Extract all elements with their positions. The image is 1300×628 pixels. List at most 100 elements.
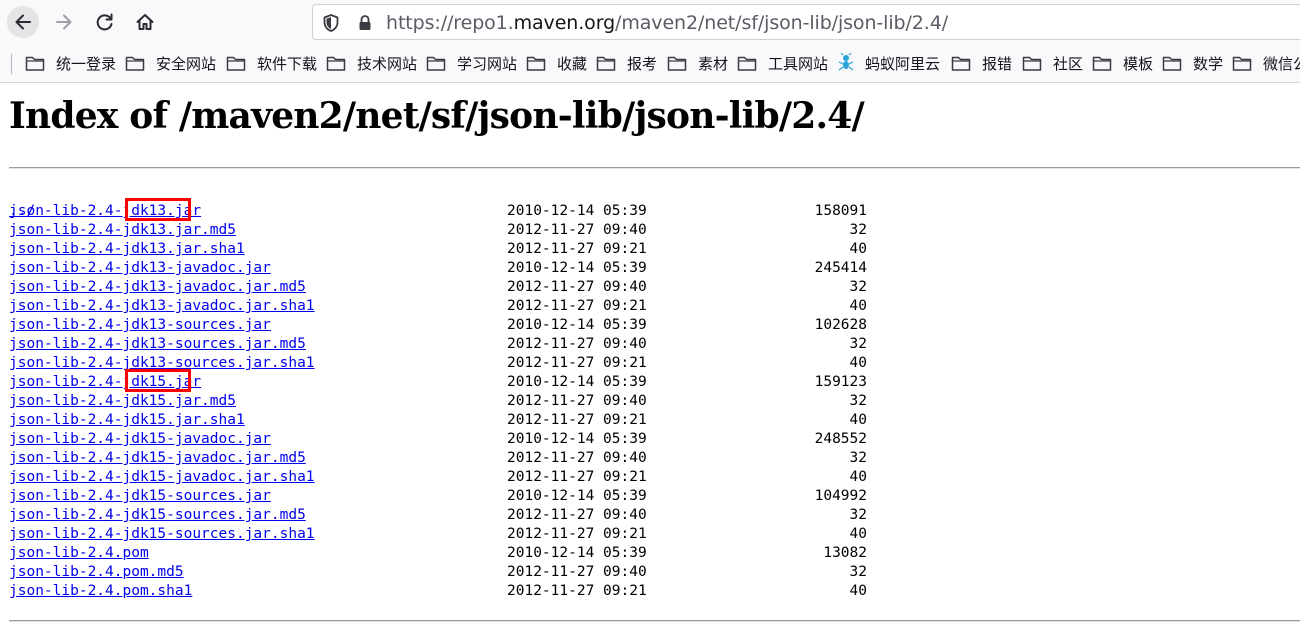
file-date: 2012-11-27 09:40: [507, 393, 647, 409]
file-link[interactable]: json-lib-2.4-jdk13.jar.sha1: [9, 240, 245, 259]
file-row: json-lib-2.4-jdk13-javadoc.jar.sha1 2012-…: [9, 297, 867, 316]
file-date: 2010-12-14 05:39: [507, 203, 647, 219]
file-link[interactable]: json-lib-2.4-jdk15.jar: [9, 373, 201, 392]
bookmark-item[interactable]: 微信公: [1232, 52, 1300, 74]
bookmark-label: 素材: [698, 54, 729, 73]
bookmark-item[interactable]: 报考: [596, 52, 657, 74]
folder-icon: [326, 54, 352, 72]
file-date: 2010-12-14 05:39: [507, 260, 647, 276]
folder-icon: [737, 54, 763, 72]
file-size: 32: [849, 507, 867, 523]
file-link[interactable]: json-lib-2.4-jdk15.jar.sha1: [9, 411, 245, 430]
file-link[interactable]: json-lib-2.4-jdk13-javadoc.jar.md5: [9, 278, 306, 297]
file-size: 32: [849, 279, 867, 295]
bookmark-item[interactable]: 数学: [1162, 52, 1223, 74]
file-size: 32: [849, 564, 867, 580]
horizontal-rule: [9, 620, 1300, 622]
file-link[interactable]: json-lib-2.4-jdk15.jar.md5: [9, 392, 236, 411]
bookmark-item[interactable]: 技术网站: [326, 52, 417, 74]
ant-logo-icon: [838, 53, 860, 73]
bookmark-item[interactable]: 素材: [667, 52, 728, 74]
file-row: json-lib-2.4-jdk15-javadoc.jar.sha1 2012-…: [9, 468, 867, 487]
file-link[interactable]: json-lib-2.4.pom: [9, 544, 149, 563]
file-link[interactable]: json-lib-2.4.pom.md5: [9, 563, 184, 582]
folder-icon: [226, 54, 252, 72]
file-size: 104992: [814, 488, 867, 504]
folder-icon: [25, 54, 51, 72]
file-size: 13082: [823, 545, 867, 561]
bookmark-label: 技术网站: [357, 54, 418, 73]
file-row: json-lib-2.4-jdk15-sources.jar.sha1 2012-…: [9, 525, 867, 544]
bookmark-item[interactable]: 模板: [1092, 52, 1153, 74]
file-link[interactable]: json-lib-2.4-jdk13-sources.jar: [9, 316, 271, 335]
file-row: json-lib-2.4-jdk13-sources.jar.sha1 2012-…: [9, 354, 867, 373]
file-date: 2012-11-27 09:21: [507, 469, 647, 485]
page-content: Index of /maven2/net/sf/json-lib/json-li…: [0, 83, 1300, 628]
url-path: /maven2/net/sf/json-lib/json-lib/2.4/: [615, 12, 948, 34]
file-date: 2010-12-14 05:39: [507, 374, 647, 390]
lock-icon[interactable]: [357, 13, 373, 37]
file-link[interactable]: json-lib-2.4-jdk13-javadoc.jar.sha1: [9, 297, 315, 316]
file-row: json-lib-2.4.pom.sha1 2012-11-27 09:21 40: [9, 582, 867, 601]
bookmark-item[interactable]: 工具网站: [737, 52, 828, 74]
file-size: 102628: [814, 317, 867, 333]
file-link[interactable]: json-lib-2.4-jdk15-sources.jar: [9, 487, 271, 506]
bookmark-label: 报考: [627, 54, 658, 73]
file-date: 2010-12-14 05:39: [507, 317, 647, 333]
browser-toolbar: https://repo1.maven.org/maven2/net/sf/js…: [0, 0, 1300, 44]
file-date: 2012-11-27 09:21: [507, 526, 647, 542]
file-size: 40: [849, 469, 867, 485]
bookmark-item[interactable]: 学习网站: [426, 52, 517, 74]
file-link[interactable]: json-lib-2.4-jdk13.jar.md5: [9, 221, 236, 240]
file-size: 159123: [814, 374, 867, 390]
file-size: 40: [849, 583, 867, 599]
file-link[interactable]: json-lib-2.4-jdk13-sources.jar.md5: [9, 335, 306, 354]
parent-row: ../: [9, 183, 61, 219]
file-date: 2012-11-27 09:21: [507, 412, 647, 428]
file-size: 40: [849, 526, 867, 542]
file-link[interactable]: json-lib-2.4-jdk13-javadoc.jar: [9, 259, 271, 278]
file-link[interactable]: json-lib-2.4-jdk15-sources.jar.sha1: [9, 525, 315, 544]
forward-button[interactable]: [48, 6, 80, 38]
file-link[interactable]: json-lib-2.4.pom.sha1: [9, 582, 192, 601]
horizontal-rule: [9, 167, 1300, 169]
address-bar[interactable]: https://repo1.maven.org/maven2/net/sf/js…: [312, 4, 1300, 40]
folder-icon: [1022, 54, 1048, 72]
folder-icon: [426, 54, 452, 72]
bookmark-item[interactable]: 统一登录: [25, 52, 116, 74]
bookmark-label: 学习网站: [457, 54, 518, 73]
file-link[interactable]: json-lib-2.4-jdk15-sources.jar.md5: [9, 506, 306, 525]
bookmark-item[interactable]: 蚂蚁阿里云: [838, 52, 940, 74]
file-date: 2012-11-27 09:40: [507, 279, 647, 295]
bookmark-item[interactable]: 安全网站: [125, 52, 216, 74]
bookmark-item[interactable]: 收藏: [526, 52, 587, 74]
shield-icon[interactable]: [322, 13, 340, 37]
bookmark-item[interactable]: 软件下载: [226, 52, 317, 74]
file-row: json-lib-2.4-jdk13.jar 2010-12-14 05:39 15…: [9, 202, 867, 221]
file-link[interactable]: json-lib-2.4-jdk15-javadoc.jar.md5: [9, 449, 306, 468]
file-link[interactable]: json-lib-2.4-jdk13-sources.jar.sha1: [9, 354, 315, 373]
file-row: json-lib-2.4-jdk13-sources.jar 2010-12-14…: [9, 316, 867, 335]
bookmark-label: 模板: [1123, 54, 1154, 73]
file-row: json-lib-2.4-jdk15-javadoc.jar.md5 2012-1…: [9, 449, 867, 468]
arrow-left-icon: [15, 14, 31, 30]
file-size: 40: [849, 355, 867, 371]
url-text[interactable]: https://repo1.maven.org/maven2/net/sf/js…: [386, 12, 948, 34]
home-button[interactable]: [129, 6, 161, 38]
file-listing: ../ json-lib-2.4-jdk13.jar 2010-12-14 05:…: [9, 183, 867, 601]
reload-button[interactable]: [89, 6, 121, 38]
back-button[interactable]: [7, 6, 39, 38]
url-prefix: https://repo1.: [386, 12, 514, 34]
bookmark-item[interactable]: 报错: [951, 52, 1012, 74]
file-size: 32: [849, 222, 867, 238]
file-link[interactable]: json-lib-2.4-jdk13.jar: [9, 202, 201, 221]
bookmark-item[interactable]: 社区: [1022, 52, 1083, 74]
file-size: 40: [849, 298, 867, 314]
file-link[interactable]: json-lib-2.4-jdk15-javadoc.jar: [9, 430, 271, 449]
bookmark-label: 社区: [1053, 54, 1084, 73]
file-row: json-lib-2.4-jdk15-sources.jar.md5 2012-1…: [9, 506, 867, 525]
file-row: json-lib-2.4-jdk13.jar.sha1 2012-11-27 09…: [9, 240, 867, 259]
file-date: 2012-11-27 09:40: [507, 450, 647, 466]
file-row: json-lib-2.4-jdk13-javadoc.jar 2010-12-14…: [9, 259, 867, 278]
file-link[interactable]: json-lib-2.4-jdk15-javadoc.jar.sha1: [9, 468, 315, 487]
